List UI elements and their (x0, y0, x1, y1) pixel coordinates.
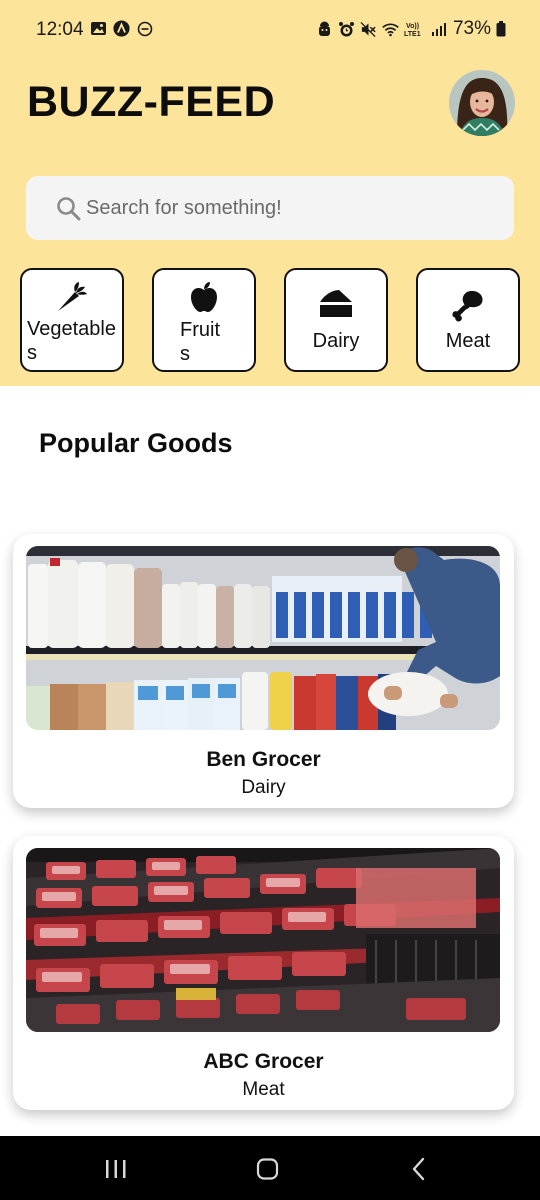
category-vegetables-button[interactable]: Vegetable s (20, 268, 124, 372)
category-label-overflow: s (180, 343, 190, 365)
header: 12:04 Vo)) LTE1 73% BUZZ-FEED Search for… (0, 0, 540, 386)
mute-icon (360, 21, 377, 38)
category-dairy-button[interactable]: Dairy (284, 268, 388, 372)
goods-name: Ben Grocer (206, 748, 321, 771)
dnd-icon (136, 20, 153, 37)
category-fruits-button[interactable]: Fruit s (152, 268, 256, 372)
app-title: BUZZ-FEED (27, 78, 276, 126)
category-label: Dairy (312, 330, 360, 352)
svg-text:LTE1: LTE1 (404, 31, 421, 38)
alarm-icon (338, 21, 355, 38)
section-title: Popular Goods (39, 428, 233, 458)
volte-icon: Vo)) LTE1 (404, 21, 426, 38)
category-label: Meat (445, 330, 491, 352)
search-input[interactable] (86, 176, 486, 240)
status-bar: 12:04 Vo)) LTE1 73% (0, 0, 540, 60)
dairy-aisle-photo (26, 546, 500, 730)
android-icon (316, 21, 333, 38)
goods-card[interactable]: Ben Grocer Dairy (13, 534, 514, 808)
avatar[interactable] (449, 70, 515, 136)
drumstick-icon (451, 288, 485, 322)
battery-icon (496, 21, 506, 38)
apple-icon (187, 280, 221, 314)
goods-category: Meat (242, 1079, 285, 1100)
home-icon[interactable] (256, 1158, 280, 1185)
category-meat-button[interactable]: Meat (416, 268, 520, 372)
goods-card[interactable]: ABC Grocer Meat (13, 836, 514, 1110)
wifi-icon (382, 21, 399, 38)
goods-name: ABC Grocer (203, 1050, 324, 1073)
search-icon[interactable] (56, 196, 81, 226)
meat-counter-photo (26, 848, 500, 1032)
app-a-icon (113, 20, 130, 37)
status-right-icons: Vo)) LTE1 73% (316, 18, 506, 40)
search-bar[interactable] (26, 176, 514, 240)
system-nav-bar (0, 1136, 540, 1200)
category-label: Vegetable (27, 318, 116, 340)
category-label-overflow: s (27, 342, 37, 364)
carrot-icon (55, 280, 89, 314)
category-label: Fruit (180, 319, 220, 341)
gallery-icon (90, 20, 107, 37)
svg-text:Vo)): Vo)) (406, 23, 419, 30)
cheese-icon (319, 286, 353, 320)
status-left-icons (90, 20, 153, 37)
goods-category: Dairy (241, 777, 286, 798)
recent-apps-icon[interactable] (104, 1158, 128, 1185)
status-time: 12:04 (36, 19, 84, 40)
battery-percent: 73% (452, 18, 491, 39)
signal-icon (431, 21, 448, 38)
back-icon[interactable] (410, 1157, 428, 1186)
